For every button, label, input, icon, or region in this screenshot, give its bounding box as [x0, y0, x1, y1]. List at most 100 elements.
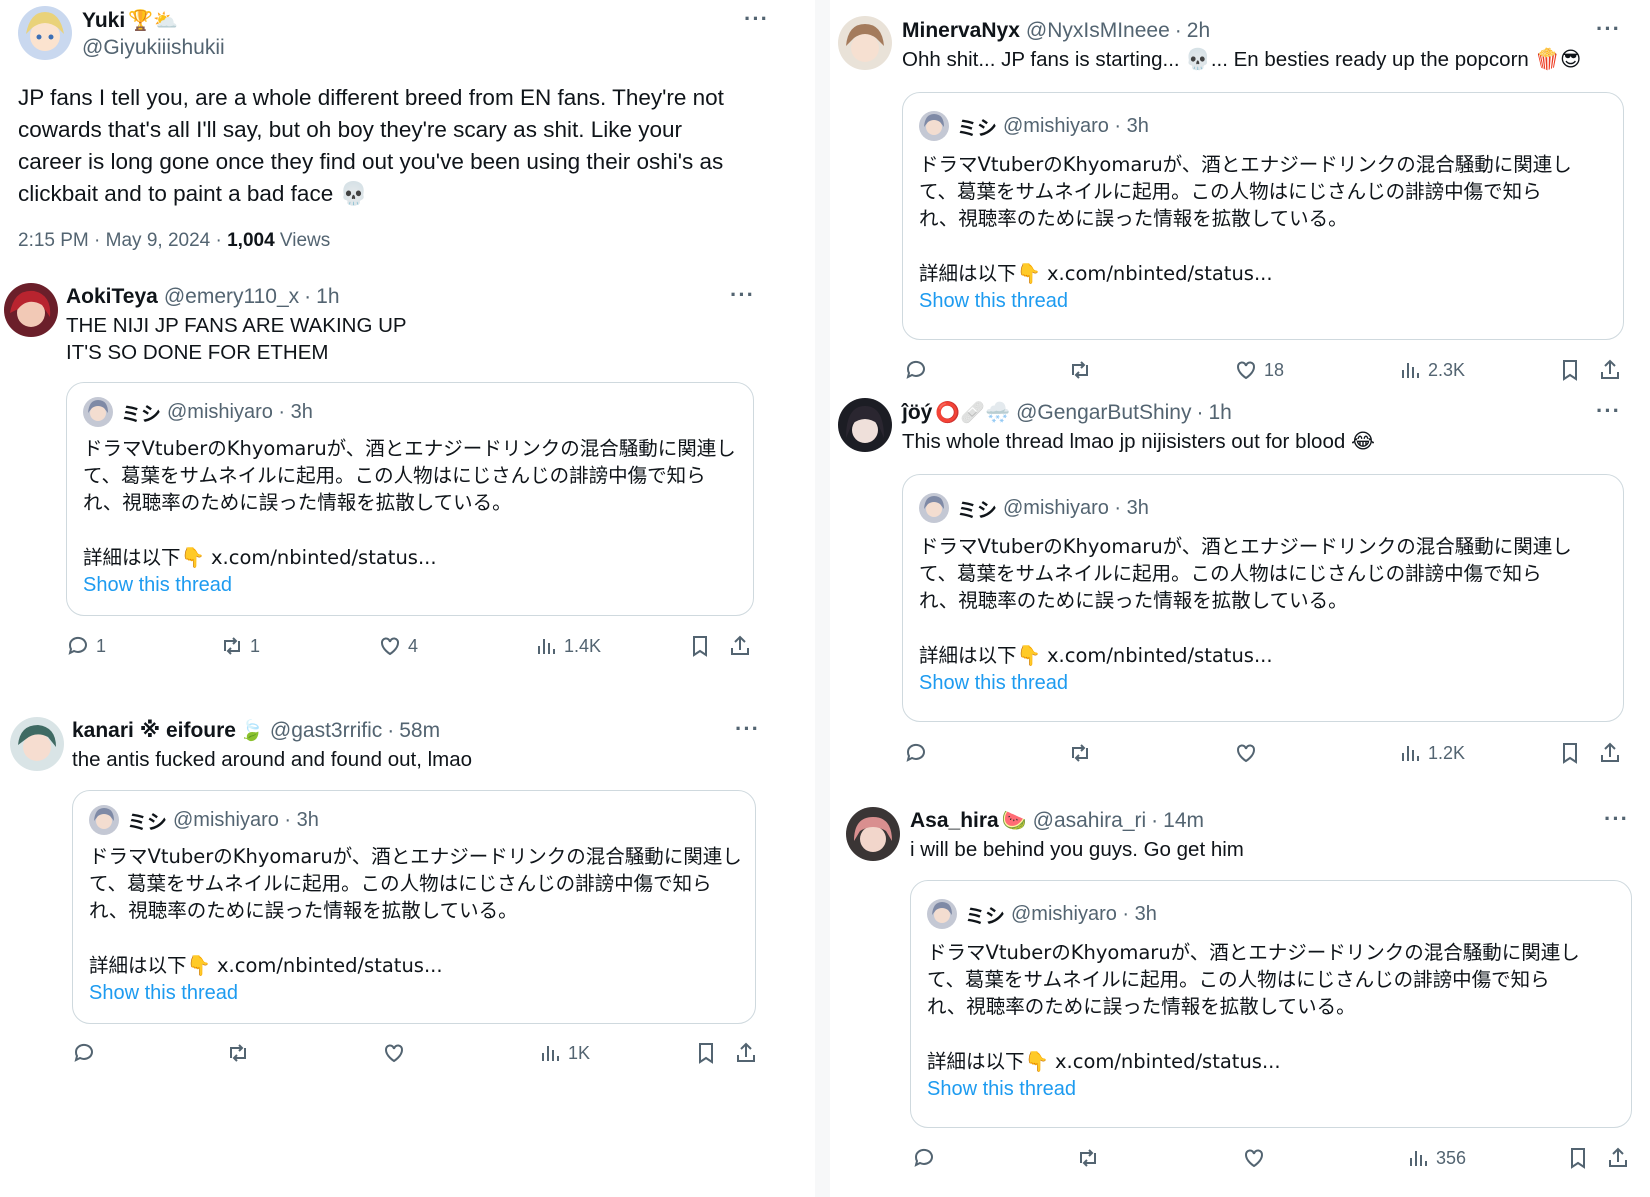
avatar[interactable]	[838, 16, 892, 70]
quote-text: ドラマVtuberのKhyomaruが、酒とエナジードリンクの混合騒動に関連し …	[927, 939, 1617, 1020]
quoted-tweet[interactable]: ミシ @mishiyaro · 3h ドラマVtuberのKhyomaruが、酒…	[902, 474, 1624, 722]
handle[interactable]: @Giyukiiishukii	[82, 35, 225, 61]
bookmark-icon	[1563, 743, 1577, 764]
reply-time[interactable]: 58m	[399, 718, 440, 744]
quoted-tweet[interactable]: ミシ @mishiyaro · 3h ドラマVtuberのKhyomaruが、酒…	[66, 382, 754, 616]
reply-author[interactable]: kanari ※ eifoure 🍃 @gast3rrific · 58m	[72, 718, 440, 744]
quote-details-link[interactable]: 詳細は以下👇 x.com/nbinted/status...	[919, 257, 1273, 286]
views-button[interactable]: 356	[1406, 1146, 1466, 1170]
like-button[interactable]: 4	[378, 634, 418, 658]
views-button[interactable]: 1.4K	[534, 634, 601, 658]
like-button[interactable]: 18	[1234, 358, 1284, 382]
show-thread-link[interactable]: Show this thread	[919, 672, 1068, 695]
handle[interactable]: @gast3rrific	[270, 718, 382, 744]
share-icon	[1601, 359, 1619, 379]
reply-button[interactable]	[912, 1146, 942, 1170]
show-thread-link[interactable]: Show this thread	[89, 982, 238, 1005]
reply-time[interactable]: 14m	[1163, 808, 1204, 834]
like-icon	[1237, 744, 1255, 763]
bookmark-button[interactable]	[694, 1041, 718, 1065]
more-icon[interactable]: ···	[744, 8, 769, 30]
display-name[interactable]: kanari ※ eifoure	[72, 718, 236, 744]
quote-details-link[interactable]: 詳細は以下👇 x.com/nbinted/status...	[919, 639, 1273, 668]
views-button[interactable]: 2.3K	[1398, 358, 1465, 382]
reply-author[interactable]: ĵöý ⭕🩹🌨️ @GengarButShiny · 1h	[902, 400, 1232, 426]
reply-author[interactable]: MinervaNyx @NyxIsMIneee · 2h	[902, 18, 1210, 44]
quote-name: ミシ	[127, 811, 167, 834]
quote-line: て、葛葉をサムネイルに起用。この人物はにじさんじの誹謗中傷で知ら	[89, 872, 712, 895]
quoted-tweet[interactable]: ミシ @mishiyaro · 3h ドラマVtuberのKhyomaruが、酒…	[910, 880, 1632, 1128]
handle[interactable]: @GengarButShiny	[1016, 400, 1191, 426]
retweet-icon	[224, 637, 240, 655]
reply-button[interactable]: 1	[66, 634, 106, 658]
share-button[interactable]	[734, 1041, 758, 1065]
retweet-button[interactable]: 1	[220, 634, 260, 658]
retweet-button[interactable]	[1076, 1146, 1106, 1170]
quote-line: れ、視聴率のために誤った情報を拡散している。	[919, 207, 1348, 230]
reply-time[interactable]: 1h	[1208, 400, 1231, 426]
handle[interactable]: @NyxIsMIneee	[1026, 18, 1170, 44]
views-button[interactable]: 1.2K	[1398, 741, 1465, 765]
tweet-line: career is long gone once they find out y…	[18, 149, 724, 174]
more-icon[interactable]: ···	[730, 284, 755, 306]
quote-text: ドラマVtuberのKhyomaruが、酒とエナジードリンクの混合騒動に関連し …	[919, 533, 1609, 614]
reply-author[interactable]: Asa_hira 🍉 @asahira_ri · 14m	[910, 808, 1204, 834]
display-name[interactable]: Yuki	[82, 8, 125, 34]
handle[interactable]: @asahira_ri	[1033, 808, 1147, 834]
more-icon[interactable]: ···	[735, 718, 760, 740]
quote-details-link[interactable]: 詳細は以下👇 x.com/nbinted/status...	[89, 949, 443, 978]
timestamp[interactable]: 2:15 PM · May 9, 2024 ·	[18, 230, 227, 251]
more-icon[interactable]: ···	[1596, 400, 1621, 422]
share-button[interactable]	[1606, 1146, 1630, 1170]
quote-avatar	[927, 899, 957, 929]
like-icon	[381, 637, 399, 656]
display-name[interactable]: MinervaNyx	[902, 18, 1020, 44]
views-count: 1,004	[227, 230, 275, 251]
reply-button[interactable]	[904, 358, 934, 382]
bookmark-button[interactable]	[1558, 741, 1582, 765]
views-button[interactable]: 1K	[538, 1041, 590, 1065]
quoted-tweet[interactable]: ミシ @mishiyaro · 3h ドラマVtuberのKhyomaruが、酒…	[902, 92, 1624, 340]
share-button[interactable]	[1598, 741, 1622, 765]
avatar[interactable]	[18, 6, 72, 60]
show-thread-link[interactable]: Show this thread	[919, 290, 1068, 313]
tweet-line: cowards that's all I'll say, but oh boy …	[18, 117, 683, 142]
quote-details-link[interactable]: 詳細は以下👇 x.com/nbinted/status...	[927, 1045, 1281, 1074]
handle[interactable]: @emery110_x	[164, 284, 299, 310]
retweet-button[interactable]	[1068, 358, 1098, 382]
avatar[interactable]	[846, 807, 900, 861]
retweet-button[interactable]	[226, 1041, 256, 1065]
show-thread-link[interactable]: Show this thread	[927, 1078, 1076, 1101]
reply-button[interactable]	[904, 741, 934, 765]
like-button[interactable]	[1242, 1146, 1272, 1170]
display-name[interactable]: AokiTeya	[66, 284, 158, 310]
tweet-author[interactable]: Yuki 🏆⛅	[82, 8, 178, 34]
bookmark-button[interactable]	[1566, 1146, 1590, 1170]
display-name[interactable]: Asa_hira	[910, 808, 999, 834]
more-icon[interactable]: ···	[1596, 18, 1621, 40]
reply-author[interactable]: AokiTeya @emery110_x · 1h	[66, 284, 340, 310]
quote-header: ミシ @mishiyaro · 3h	[919, 493, 1149, 523]
quote-line: れ、視聴率のために誤った情報を拡散している。	[919, 589, 1348, 612]
share-button[interactable]	[1598, 358, 1622, 382]
avatar[interactable]	[10, 717, 64, 771]
display-name[interactable]: ĵöý	[902, 400, 932, 426]
avatar[interactable]	[4, 283, 58, 337]
show-thread-link[interactable]: Show this thread	[83, 574, 232, 597]
bookmark-button[interactable]	[688, 634, 712, 658]
more-icon[interactable]: ···	[1604, 808, 1629, 830]
reply-time[interactable]: 2h	[1187, 18, 1210, 44]
quote-details-link[interactable]: 詳細は以下👇 x.com/nbinted/status...	[83, 541, 437, 570]
share-button[interactable]	[728, 634, 752, 658]
avatar[interactable]	[838, 398, 892, 452]
quoted-tweet[interactable]: ミシ @mishiyaro · 3h ドラマVtuberのKhyomaruが、酒…	[72, 790, 756, 1024]
reply-time[interactable]: 1h	[316, 284, 339, 310]
like-button[interactable]	[382, 1041, 412, 1065]
reply-button[interactable]	[72, 1041, 102, 1065]
views-icon	[538, 639, 555, 654]
like-button[interactable]	[1234, 741, 1264, 765]
quote-name: ミシ	[965, 905, 1005, 928]
retweet-button[interactable]	[1068, 741, 1098, 765]
reply-line: Ohh shit... JP fans is starting... 💀... …	[902, 48, 1582, 71]
bookmark-button[interactable]	[1558, 358, 1582, 382]
